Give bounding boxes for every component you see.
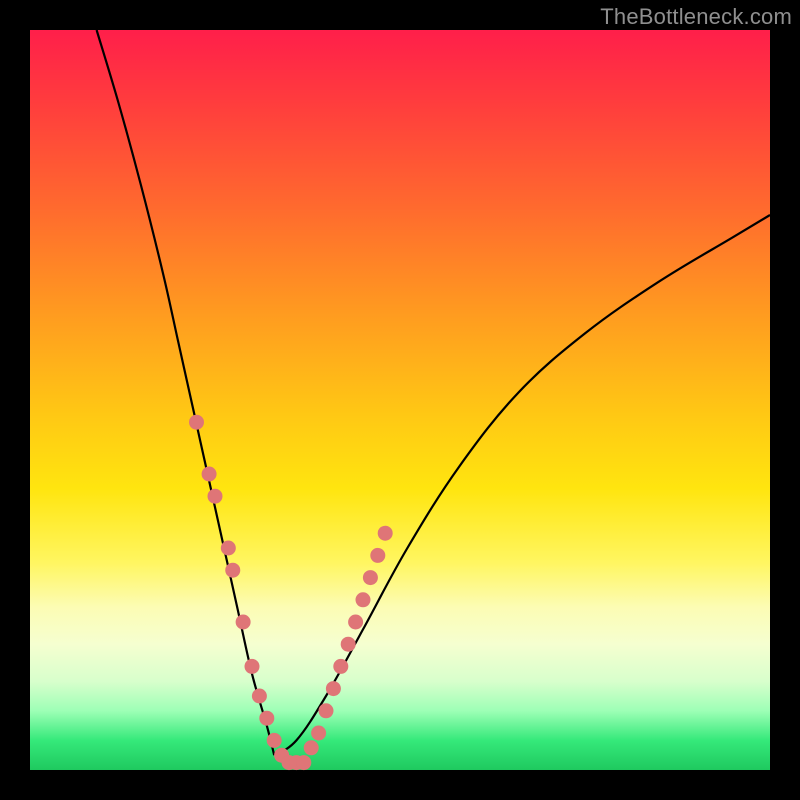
chart-stage: TheBottleneck.com: [0, 0, 800, 800]
data-markers: [189, 415, 393, 770]
watermark-text: TheBottleneck.com: [600, 4, 792, 30]
data-marker: [267, 733, 282, 748]
data-marker: [208, 489, 223, 504]
curve-svg: [30, 30, 770, 770]
data-marker: [370, 548, 385, 563]
data-marker: [259, 711, 274, 726]
data-marker: [252, 689, 267, 704]
data-marker: [245, 659, 260, 674]
data-marker: [378, 526, 393, 541]
data-marker: [356, 592, 371, 607]
data-marker: [202, 467, 217, 482]
data-marker: [363, 570, 378, 585]
data-marker: [221, 541, 236, 556]
data-marker: [236, 615, 251, 630]
data-marker: [341, 637, 356, 652]
bottleneck-curve-right: [274, 215, 770, 755]
data-marker: [348, 615, 363, 630]
data-marker: [319, 703, 334, 718]
data-marker: [225, 563, 240, 578]
data-marker: [189, 415, 204, 430]
data-marker: [296, 755, 311, 770]
data-marker: [333, 659, 348, 674]
plot-area: [30, 30, 770, 770]
data-marker: [304, 740, 319, 755]
data-marker: [326, 681, 341, 696]
bottleneck-curve-left: [97, 30, 275, 755]
data-marker: [311, 726, 326, 741]
